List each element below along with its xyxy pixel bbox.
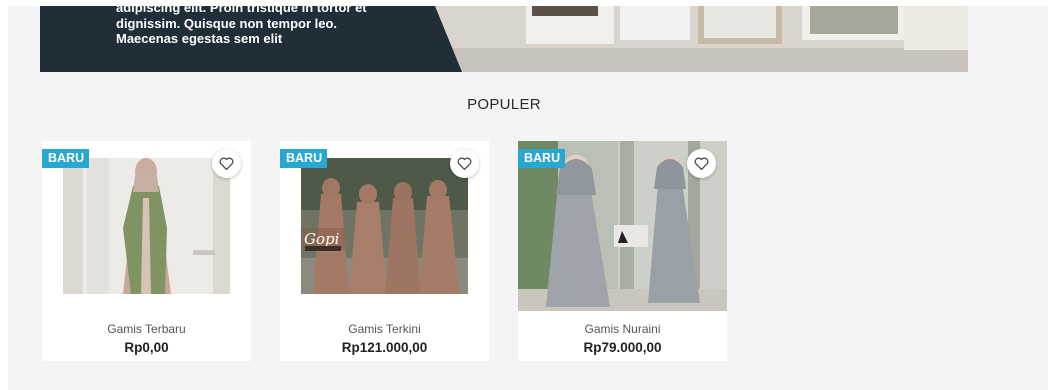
svg-text:Gopi: Gopi (304, 230, 340, 248)
hero-banner[interactable]: adipiscing elit. Proin tristique in tort… (40, 6, 968, 72)
new-badge: BARU (42, 149, 90, 168)
product-image[interactable]: Gopi (301, 158, 468, 294)
hero-text: adipiscing elit. Proin tristique in tort… (116, 6, 436, 47)
hero-line-1: adipiscing elit. Proin tristique in tort… (116, 6, 367, 15)
product-price: Rp0,00 (124, 340, 169, 355)
wishlist-button[interactable] (450, 149, 479, 178)
product-name[interactable]: Gamis Nuraini (518, 322, 727, 336)
heart-icon (694, 157, 709, 170)
section-title: POPULER (467, 96, 541, 113)
heart-icon (457, 157, 472, 170)
heart-icon (219, 157, 234, 170)
product-card[interactable]: Gopi BARU Gamis Terkini Rp121.000,00 (280, 141, 489, 361)
product-price: Rp121.000,00 (341, 340, 428, 355)
wishlist-button[interactable] (687, 149, 716, 178)
product-name[interactable]: Gamis Terkini (280, 322, 489, 336)
new-badge: BARU (280, 149, 328, 168)
new-badge: BARU (518, 149, 566, 168)
wishlist-button[interactable] (212, 149, 241, 178)
product-card[interactable]: BARU Gamis Nuraini Rp79.000,00 (518, 141, 727, 361)
product-price: Rp79.000,00 (583, 340, 662, 355)
product-name[interactable]: Gamis Terbaru (42, 322, 251, 336)
product-image[interactable] (63, 158, 230, 294)
hero-line-2: dignissim. Quisque non tempor leo. (116, 15, 338, 31)
hero-line-3: Maecenas egestas sem elit (116, 31, 283, 46)
product-card[interactable]: BARU Gamis Terbaru Rp0,00 (42, 141, 251, 361)
